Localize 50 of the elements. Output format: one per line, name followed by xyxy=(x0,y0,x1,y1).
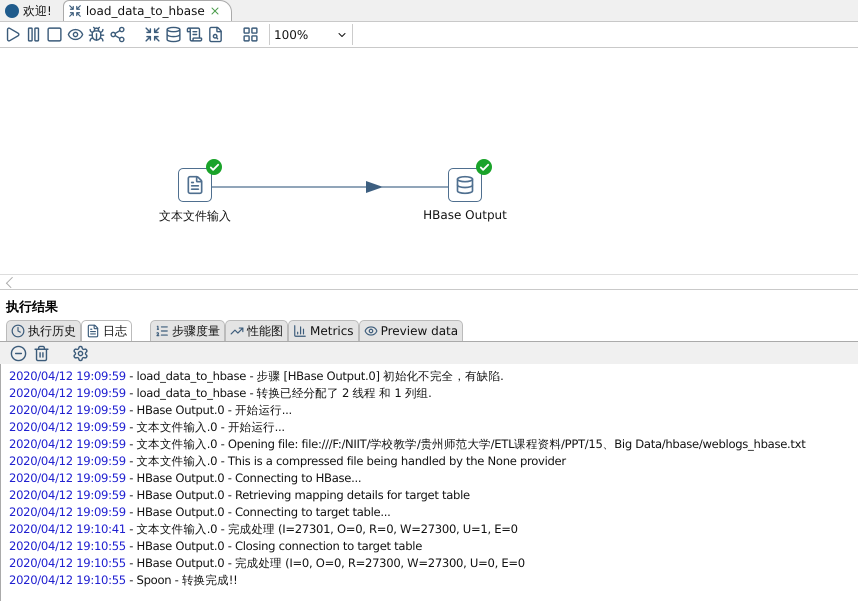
shrink-icon xyxy=(68,4,82,18)
log-line: 2020/04/12 19:09:59 - 文本文件输入.0 - 开始运行... xyxy=(9,419,286,436)
step-label: 文本文件输入 xyxy=(159,208,231,225)
step-node[interactable] xyxy=(178,168,212,202)
settings-icon[interactable] xyxy=(72,344,89,362)
log-line: 2020/04/12 19:09:59 - load_data_to_hbase - 转换已经分配了 2 线程 和 1 列组. xyxy=(9,385,433,402)
minus-icon[interactable] xyxy=(10,344,27,362)
database-icon[interactable] xyxy=(165,26,182,43)
step-node[interactable] xyxy=(448,168,482,202)
bug-icon[interactable] xyxy=(88,26,105,43)
log-line: 2020/04/12 19:10:55 - HBase Output.0 - Closing connection to target table xyxy=(9,538,424,555)
zoom-select[interactable]: 100% xyxy=(269,24,353,45)
result-tab[interactable]: Preview data xyxy=(358,320,464,341)
log-line: 2020/04/12 19:10:41 - 文本文件输入.0 - 完成处理 (I=27301, O=0, R=0, W=27300, U=1, E=0 xyxy=(9,521,519,538)
result-tab[interactable]: 日志 xyxy=(81,320,132,341)
log-line: 2020/04/12 19:09:59 - HBase Output.0 - 开始运行... xyxy=(9,402,293,419)
bar-chart-icon xyxy=(293,324,307,338)
list-icon xyxy=(155,324,169,338)
pause-icon[interactable] xyxy=(25,26,42,43)
result-tab[interactable]: 步骤度量 xyxy=(150,320,225,341)
result-tab[interactable]: 性能图 xyxy=(225,320,288,341)
log-line: 2020/04/12 19:09:59 - 文本文件输入.0 - Opening file: file:///F:/NIIT/学校教学/贵州师范大学/ETL课程资料/PPT/15、Big Data/hbase/weblogs_hbase.txt xyxy=(9,436,806,453)
log-line: 2020/04/12 19:09:59 - 文本文件输入.0 - This is a compressed file being handled by the None provider xyxy=(9,453,568,470)
log-line: 2020/04/12 19:09:59 - HBase Output.0 - Connecting to HBase... xyxy=(9,470,362,487)
step-label: HBase Output xyxy=(423,208,507,222)
result-tab[interactable]: Metrics xyxy=(288,320,359,341)
close-icon[interactable] xyxy=(208,5,221,17)
file-search-icon[interactable] xyxy=(207,26,224,43)
clock-icon xyxy=(11,324,25,338)
log-line: 2020/04/12 19:10:55 - Spoon - 转换完成!! xyxy=(9,572,238,589)
document-icon xyxy=(185,175,205,195)
trash-icon[interactable] xyxy=(33,344,50,362)
play-icon[interactable] xyxy=(4,26,21,43)
document-icon xyxy=(86,324,100,338)
logo-icon xyxy=(5,4,19,18)
eye-icon xyxy=(364,324,378,338)
database-icon xyxy=(455,175,475,195)
log-line: 2020/04/12 19:09:59 - HBase Output.0 - Connecting to target table... xyxy=(9,504,392,521)
editor-tab[interactable]: load_data_to_hbase xyxy=(62,0,232,21)
log-line: 2020/04/12 19:10:55 - HBase Output.0 - 完成处理 (I=0, O=0, R=27300, W=27300, U=0, E=0 xyxy=(9,555,526,572)
grid-icon[interactable] xyxy=(242,26,259,43)
log-line: 2020/04/12 19:09:59 - load_data_to_hbase - 步骤 [HBase Output.0] 初始化不完全，有缺陷. xyxy=(9,368,504,385)
share-icon[interactable] xyxy=(109,26,126,43)
shrink-icon[interactable] xyxy=(144,26,161,43)
panel-title: 执行结果 xyxy=(4,299,59,317)
eye-icon[interactable] xyxy=(67,26,84,43)
log-line: 2020/04/12 19:09:59 - HBase Output.0 - Retrieving mapping details for target table xyxy=(9,487,471,504)
result-tab[interactable]: 执行历史 xyxy=(6,320,81,341)
stop-icon[interactable] xyxy=(46,26,63,43)
scroll-icon[interactable] xyxy=(186,26,203,43)
